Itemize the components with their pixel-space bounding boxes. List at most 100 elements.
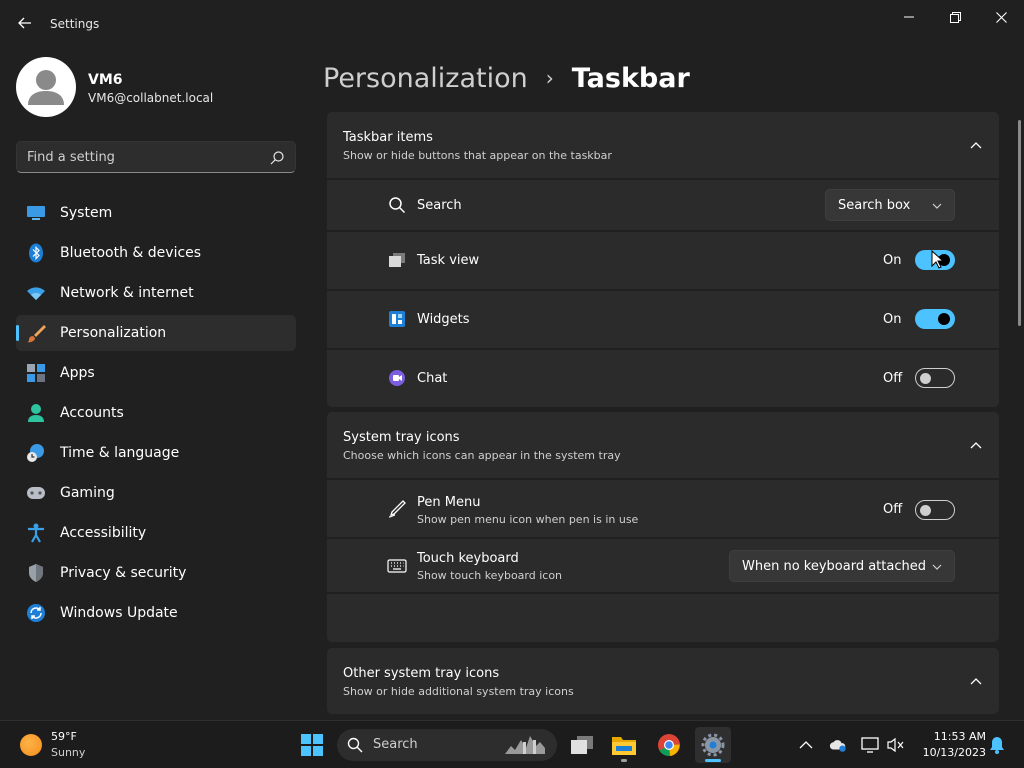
section-title: Taskbar items bbox=[343, 130, 433, 145]
gear-icon bbox=[701, 733, 725, 757]
row-label: Touch keyboard bbox=[417, 551, 519, 566]
sidebar-item-apps[interactable]: Apps bbox=[16, 355, 296, 391]
bell-icon bbox=[990, 737, 1004, 754]
task-view-row: Task view On bbox=[327, 232, 999, 289]
sidebar-item-privacy[interactable]: Privacy & security bbox=[16, 555, 296, 591]
taskbar-items-header[interactable]: Taskbar items Show or hide buttons that … bbox=[327, 112, 999, 178]
volume-tray-button[interactable] bbox=[886, 736, 904, 754]
sidebar-item-gaming[interactable]: Gaming bbox=[16, 475, 296, 511]
sidebar-item-system[interactable]: System bbox=[16, 195, 296, 231]
taskbar-search-label: Search bbox=[373, 737, 418, 752]
avatar[interactable] bbox=[16, 57, 76, 117]
sidebar-item-accessibility[interactable]: Accessibility bbox=[16, 515, 296, 551]
user-silhouette-icon bbox=[28, 70, 64, 105]
sidebar-item-accounts[interactable]: Accounts bbox=[16, 395, 296, 431]
account-name: VM6 bbox=[88, 72, 123, 88]
section-subtitle: Show or hide buttons that appear on the … bbox=[343, 149, 612, 162]
breadcrumb-parent[interactable]: Personalization bbox=[323, 63, 528, 94]
search-mode-dropdown[interactable]: Search box bbox=[825, 189, 955, 221]
back-button[interactable] bbox=[14, 12, 36, 34]
row-sublabel: Show pen menu icon when pen is in use bbox=[417, 513, 639, 526]
windows-logo-icon bbox=[301, 734, 323, 756]
back-arrow-icon bbox=[18, 17, 31, 29]
sidebar-item-network[interactable]: Network & internet bbox=[16, 275, 296, 311]
sidebar-item-windows-update[interactable]: Windows Update bbox=[16, 595, 296, 631]
monitor-network-icon bbox=[861, 737, 879, 753]
weather-temperature[interactable]: 59°F bbox=[51, 730, 77, 743]
chat-icon bbox=[387, 368, 407, 388]
gamepad-icon bbox=[26, 483, 46, 503]
clock-time[interactable]: 11:53 AM bbox=[916, 730, 986, 743]
weather-description[interactable]: Sunny bbox=[51, 746, 85, 759]
sidebar-item-bluetooth[interactable]: Bluetooth & devices bbox=[16, 235, 296, 271]
sidebar-nav: System Bluetooth & devices Network & int… bbox=[16, 195, 296, 635]
task-view-icon bbox=[571, 736, 593, 754]
scrollbar-thumb[interactable] bbox=[1018, 120, 1021, 326]
sidebar-item-label: Privacy & security bbox=[60, 565, 187, 581]
start-button[interactable] bbox=[294, 727, 330, 763]
row-label: Task view bbox=[417, 253, 480, 268]
sidebar-item-label: Personalization bbox=[60, 325, 167, 341]
chevron-up-icon bbox=[970, 442, 982, 449]
notification-button[interactable] bbox=[988, 736, 1006, 754]
sidebar-item-time-language[interactable]: Time & language bbox=[16, 435, 296, 471]
row-label: Search bbox=[417, 198, 462, 213]
widgets-icon bbox=[387, 309, 407, 329]
chat-row: Chat Off bbox=[327, 350, 999, 407]
restore-button[interactable] bbox=[932, 4, 978, 30]
pen-menu-toggle[interactable] bbox=[915, 500, 955, 520]
search-icon bbox=[387, 195, 407, 215]
person-icon bbox=[26, 403, 46, 423]
app-title: Settings bbox=[50, 17, 100, 31]
widgets-toggle[interactable] bbox=[915, 309, 955, 329]
other-tray-header[interactable]: Other system tray icons Show or hide add… bbox=[327, 648, 999, 714]
sidebar-item-label: Accessibility bbox=[60, 525, 147, 541]
file-explorer-button[interactable] bbox=[606, 727, 642, 763]
sun-icon[interactable] bbox=[20, 734, 42, 756]
section-title: Other system tray icons bbox=[343, 666, 500, 681]
search-input[interactable]: Find a setting bbox=[16, 141, 296, 173]
section-subtitle: Choose which icons can appear in the sys… bbox=[343, 449, 621, 462]
account-email: VM6@collabnet.local bbox=[88, 91, 214, 105]
row-label: Widgets bbox=[417, 312, 470, 327]
chevron-down-icon bbox=[932, 564, 942, 570]
row-label: Chat bbox=[417, 371, 448, 386]
sidebar-item-label: Windows Update bbox=[60, 605, 178, 621]
windows-taskbar: 59°F Sunny Search 11:53 AM 10/13/2023 bbox=[0, 720, 1024, 768]
chevron-up-icon bbox=[970, 678, 982, 685]
close-icon bbox=[995, 11, 1007, 23]
restore-icon bbox=[949, 11, 961, 23]
bluetooth-icon bbox=[26, 243, 46, 263]
system-tray-header[interactable]: System tray icons Choose which icons can… bbox=[327, 412, 999, 478]
taskbar-search-box[interactable]: Search bbox=[337, 729, 557, 761]
task-view-button[interactable] bbox=[564, 727, 600, 763]
minimize-button[interactable] bbox=[886, 4, 932, 30]
onedrive-tray-button[interactable] bbox=[829, 736, 847, 754]
close-button[interactable] bbox=[978, 4, 1024, 30]
network-tray-button[interactable] bbox=[861, 736, 879, 754]
update-icon bbox=[26, 603, 46, 623]
accessibility-icon bbox=[26, 523, 46, 543]
search-icon bbox=[347, 737, 363, 753]
minimize-icon bbox=[904, 16, 914, 18]
clock-date[interactable]: 10/13/2023 bbox=[916, 746, 986, 759]
search-icon bbox=[270, 151, 284, 165]
chevron-down-icon bbox=[932, 203, 942, 209]
pen-menu-row: Pen Menu Show pen menu icon when pen is … bbox=[327, 480, 999, 537]
toggle-state-label: On bbox=[883, 312, 902, 327]
sidebar-item-label: Gaming bbox=[60, 485, 115, 501]
task-view-icon bbox=[387, 250, 407, 270]
settings-app-button[interactable] bbox=[695, 727, 731, 763]
breadcrumb-separator: › bbox=[545, 66, 554, 90]
title-bar: Settings bbox=[0, 0, 1024, 48]
apps-icon bbox=[26, 363, 46, 383]
toggle-state-label: Off bbox=[883, 371, 903, 386]
touch-keyboard-dropdown[interactable]: When no keyboard attached bbox=[729, 550, 955, 582]
show-hidden-icons-button[interactable] bbox=[797, 736, 815, 754]
row-label: Pen Menu bbox=[417, 495, 481, 510]
chat-toggle[interactable] bbox=[915, 368, 955, 388]
sidebar-item-label: Apps bbox=[60, 365, 95, 381]
section-title: System tray icons bbox=[343, 430, 460, 445]
chrome-button[interactable] bbox=[651, 727, 687, 763]
sidebar-item-personalization[interactable]: Personalization bbox=[16, 315, 296, 351]
